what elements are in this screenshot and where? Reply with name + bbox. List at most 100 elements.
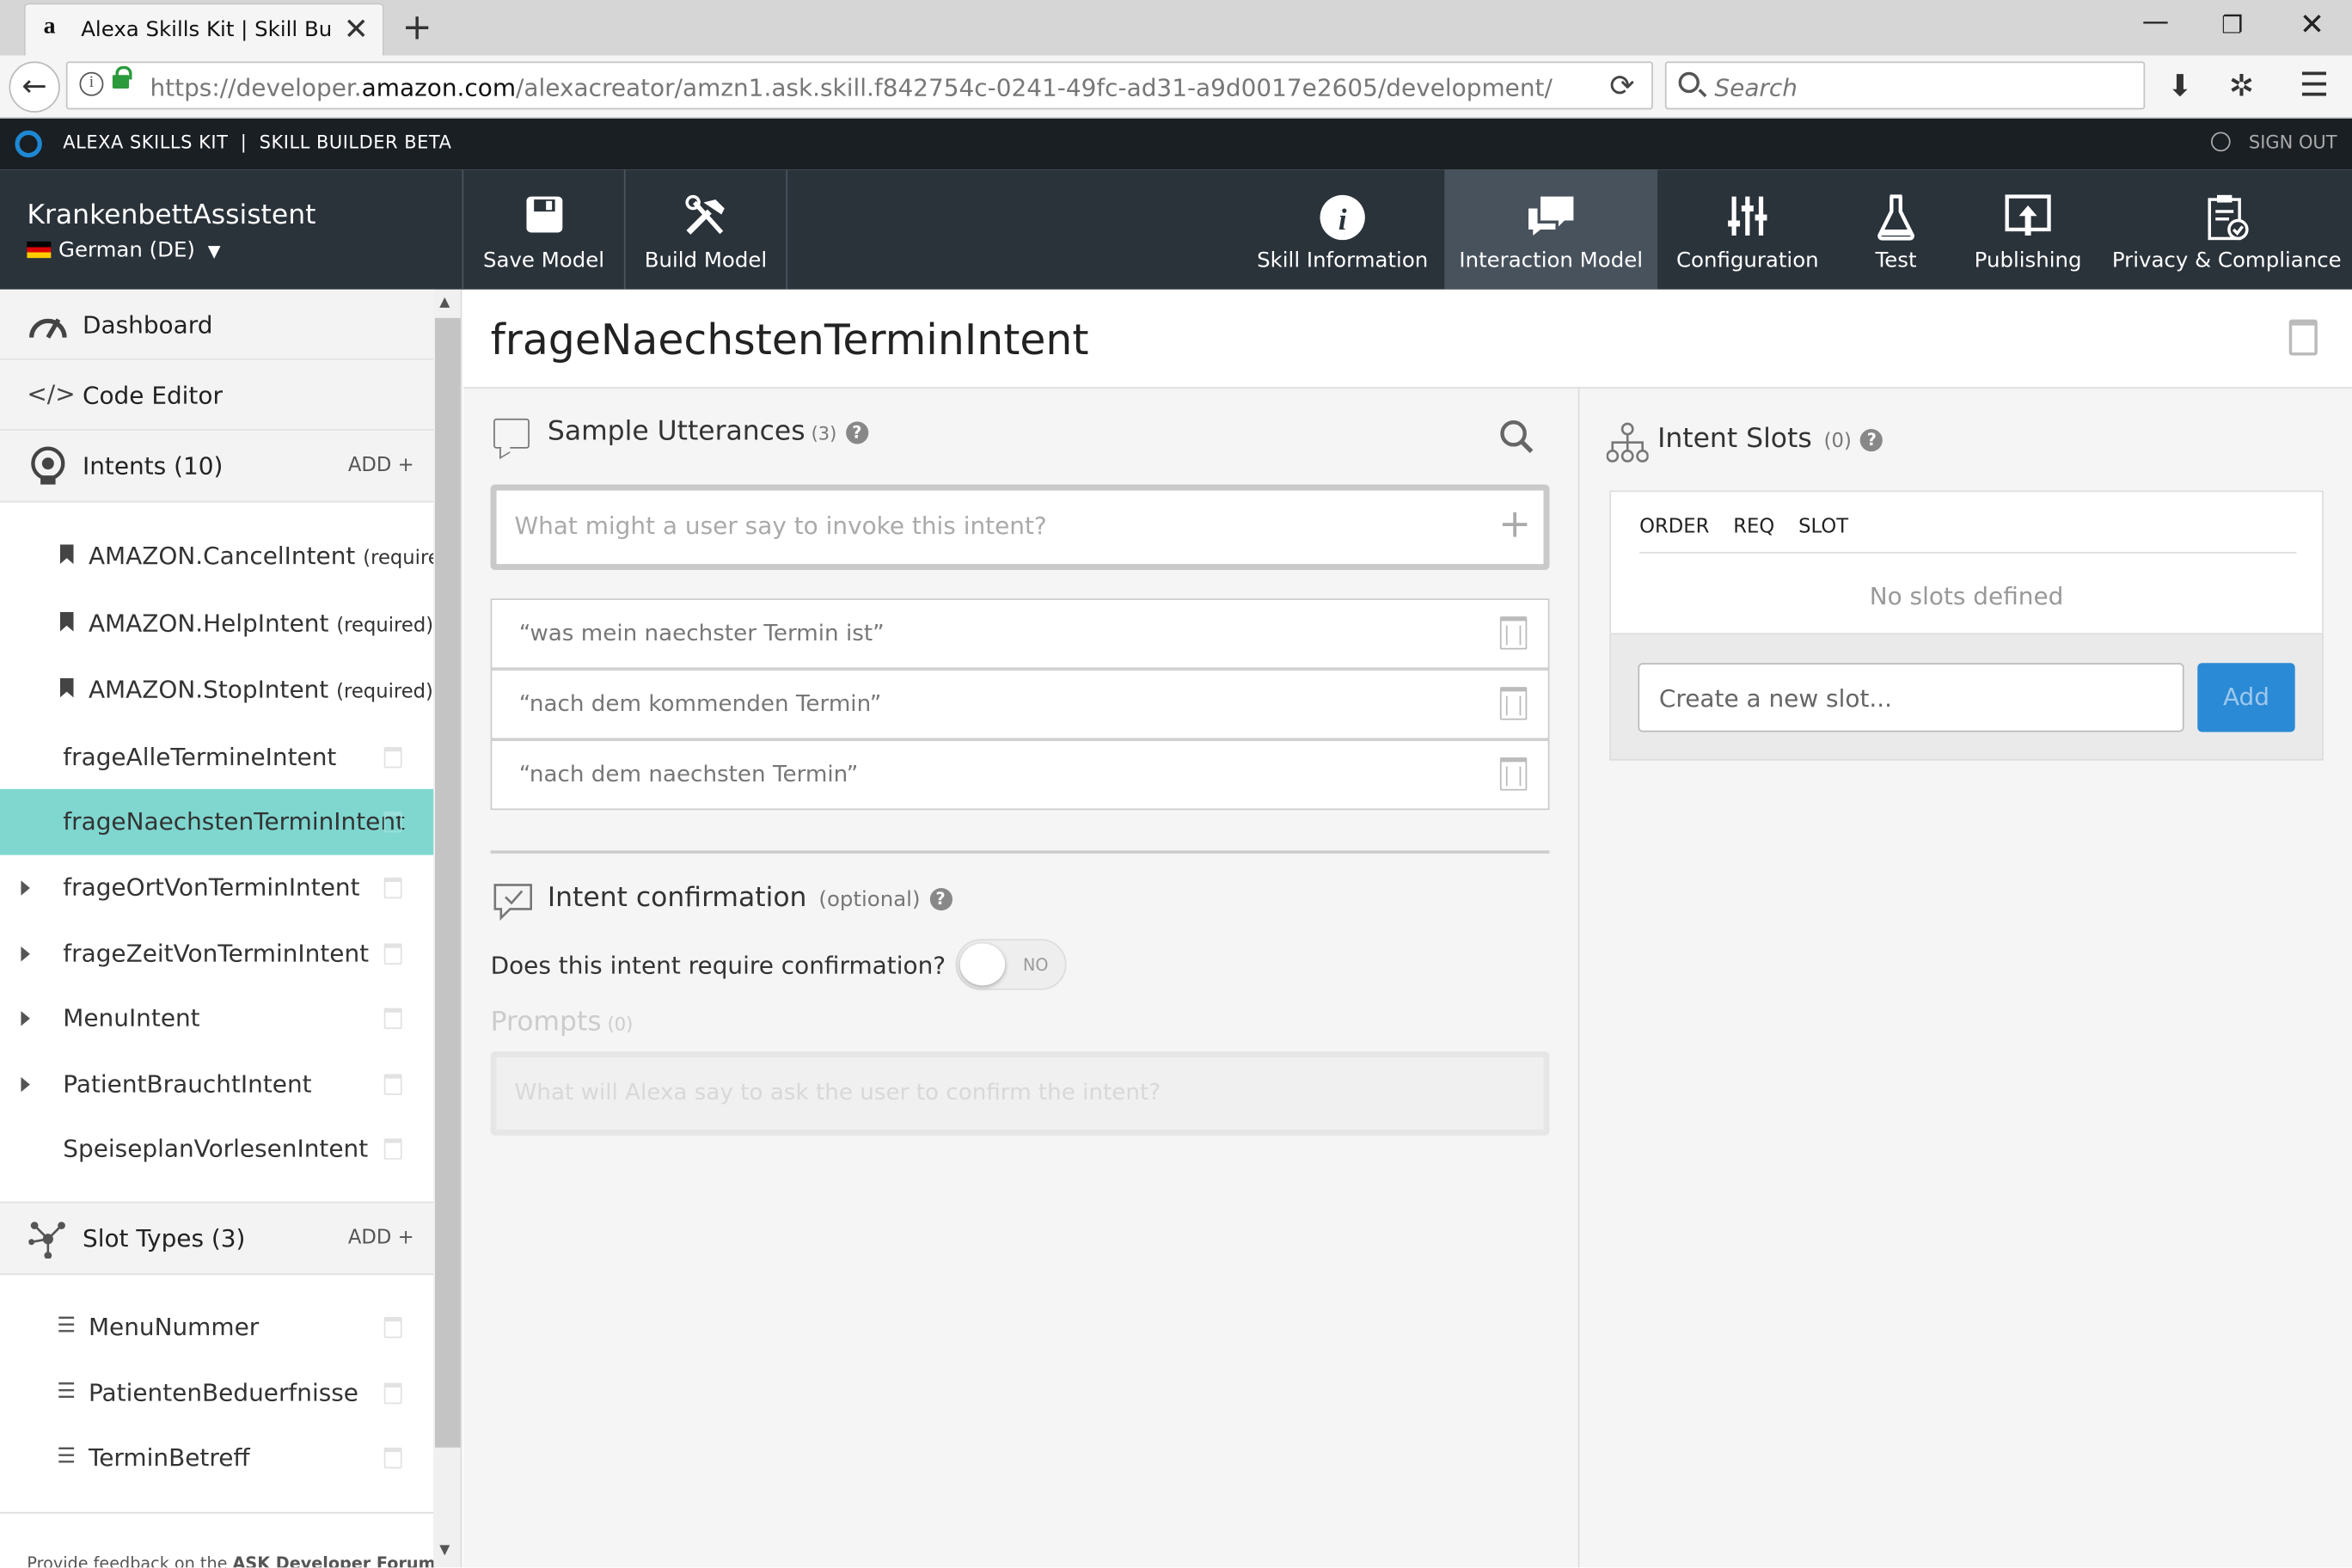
help-icon[interactable]: ? [845, 421, 868, 444]
intent-item[interactable]: SpeiseplanVorlesenIntent [0, 1116, 433, 1182]
trash-icon[interactable] [383, 1074, 402, 1095]
trash-icon[interactable] [383, 1317, 402, 1338]
intent-item[interactable]: PatientBrauchtIntent [0, 1051, 433, 1118]
trash-icon[interactable] [383, 811, 402, 833]
confirmation-toggle[interactable]: NO [955, 939, 1067, 990]
configuration-tab[interactable]: Configuration [1657, 169, 1837, 290]
extension-icon[interactable]: ✲ [2229, 68, 2254, 104]
add-slot-button[interactable]: Add [2197, 663, 2295, 732]
list-icon: ☰ [57, 1380, 77, 1405]
utterance-row[interactable]: “nach dem naechsten Termin” [490, 739, 1550, 811]
utterance-row[interactable]: “was mein naechster Termin ist” [490, 598, 1550, 670]
address-bar[interactable]: i https://developer.amazon.com/alexacrea… [65, 61, 1653, 110]
trash-icon[interactable] [383, 1447, 402, 1469]
slot-type-item[interactable]: ☰ PatientenBeduerfnisse [0, 1361, 433, 1427]
info-icon[interactable]: i [79, 71, 104, 96]
save-model-button[interactable]: Save Model [463, 169, 624, 290]
trash-icon[interactable] [383, 1008, 402, 1030]
utterance-input[interactable]: + [490, 484, 1550, 571]
close-window-icon[interactable]: ✕ [2300, 6, 2324, 42]
intent-item-selected[interactable]: frageNaechstenTerminIntent [0, 788, 434, 855]
trash-icon[interactable] [1499, 757, 1528, 791]
intent-title: frageNaechstenTerminIntent [490, 315, 1089, 365]
nav-divider [786, 169, 788, 290]
slot-type-item[interactable]: ☰ TerminBetreff [0, 1425, 433, 1491]
url-text[interactable]: https://developer.amazon.com/alexacreato… [150, 74, 1552, 102]
download-icon[interactable]: ⬇ [2167, 68, 2192, 104]
skill-information-tab[interactable]: i Skill Information [1240, 169, 1444, 290]
skill-name: KrankenbettAssistent [27, 199, 316, 231]
sidebar-item-dashboard[interactable]: Dashboard [0, 289, 434, 360]
interaction-model-tab[interactable]: Interaction Model [1444, 169, 1658, 290]
intent-head-icon [31, 446, 65, 485]
sidebar-scroll-thumb[interactable] [435, 317, 461, 1448]
section-divider [490, 850, 1550, 854]
locale-selector[interactable]: German (DE) ▼ [27, 238, 220, 262]
expand-arrow-icon[interactable] [21, 1076, 30, 1093]
trash-icon[interactable] [383, 1138, 402, 1160]
sidebar-item-code-editor[interactable]: </> Code Editor [0, 359, 434, 431]
main-content: frageNaechstenTerminIntent Sample Uttera… [463, 289, 2352, 1568]
intent-item[interactable]: AMAZON.HelpIntent (required) [0, 591, 433, 657]
browser-search-box[interactable]: Search [1664, 61, 2146, 110]
close-tab-icon[interactable]: ✕ [344, 10, 369, 46]
back-icon[interactable]: ← [9, 61, 60, 113]
intent-item[interactable]: AMAZON.StopIntent (required) [0, 657, 433, 723]
tab-title: Alexa Skills Kit | Skill Builder [81, 17, 333, 42]
amazon-favicon: a [43, 13, 56, 40]
utterance-row[interactable]: “nach dem kommenden Termin” [490, 669, 1550, 740]
new-slot-input[interactable] [1638, 663, 2184, 732]
trash-icon[interactable] [1499, 687, 1528, 720]
expand-arrow-icon[interactable] [21, 1011, 30, 1026]
scroll-up-icon[interactable]: ▲ [439, 296, 450, 310]
intent-item[interactable]: frageAlleTermineIntent [0, 725, 433, 791]
add-intent-button[interactable]: ADD + [348, 455, 414, 477]
prompts-heading: Prompts (0) [490, 1006, 634, 1038]
slot-type-item[interactable]: ☰ MenuNummer [0, 1295, 433, 1361]
trash-icon[interactable] [383, 943, 402, 965]
new-tab-plus-icon[interactable]: + [402, 6, 432, 48]
add-utterance-plus-icon[interactable]: + [1498, 503, 1531, 548]
publishing-tab[interactable]: Publishing [1955, 169, 2102, 290]
reload-icon[interactable]: ⟳ [1609, 68, 1634, 104]
sign-out-button[interactable]: SIGN OUT [2211, 132, 2337, 153]
column-slot: SLOT [1798, 516, 1849, 539]
trash-icon[interactable] [1499, 616, 1528, 650]
sample-utterances-heading: Sample Utterances (3)? [548, 415, 868, 447]
add-slot-type-button[interactable]: ADD + [348, 1227, 414, 1249]
scroll-down-icon[interactable]: ▼ [439, 1544, 450, 1559]
help-icon[interactable]: ? [1860, 429, 1883, 452]
restore-icon[interactable]: ❐ [2221, 10, 2243, 39]
privacy-compliance-tab[interactable]: Privacy & Compliance [2102, 169, 2352, 290]
intent-item[interactable]: MenuIntent [0, 985, 433, 1051]
help-icon[interactable]: ? [928, 887, 952, 911]
slots-hierarchy-icon [1606, 422, 1649, 462]
alexa-logo-icon [15, 130, 42, 158]
sidebar-slot-types-header[interactable]: Slot Types (3) ADD + [0, 1201, 434, 1276]
expand-arrow-icon[interactable] [21, 946, 30, 962]
intent-item[interactable]: frageOrtVonTerminIntent [0, 855, 433, 922]
delete-intent-icon[interactable] [2288, 319, 2318, 356]
menu-icon[interactable]: ☰ [2300, 68, 2329, 106]
expand-arrow-icon[interactable] [21, 880, 30, 896]
new-slot-text-field[interactable] [1658, 683, 2154, 713]
trash-icon[interactable] [383, 877, 402, 899]
utterances-pane: Sample Utterances(3)? + “was mein naechs… [463, 388, 1578, 1568]
browser-tab[interactable]: a Alexa Skills Kit | Skill Builder ✕ [23, 3, 384, 56]
column-req: REQ [1733, 516, 1775, 539]
trash-icon[interactable] [383, 746, 402, 769]
forum-link[interactable]: ASK Developer Forum [233, 1554, 436, 1568]
search-placeholder: Search [1714, 73, 1798, 102]
trash-icon[interactable] [383, 1382, 402, 1405]
build-model-button[interactable]: Build Model [626, 169, 787, 290]
minimize-icon[interactable]: — [2142, 6, 2169, 38]
intent-item[interactable]: AMAZON.CancelIntent (required) [0, 524, 433, 590]
test-tab[interactable]: Test [1838, 169, 1955, 290]
sidebar-intents-header[interactable]: Intents (10) ADD + [0, 430, 434, 503]
slot-types-network-icon [28, 1222, 65, 1259]
utterance-text-field[interactable] [514, 511, 1475, 541]
confirmation-check-icon [493, 884, 533, 922]
search-utterances-icon[interactable] [1498, 419, 1534, 455]
intent-item[interactable]: frageZeitVonTerminIntent [0, 921, 433, 987]
list-icon: ☰ [57, 1444, 77, 1469]
